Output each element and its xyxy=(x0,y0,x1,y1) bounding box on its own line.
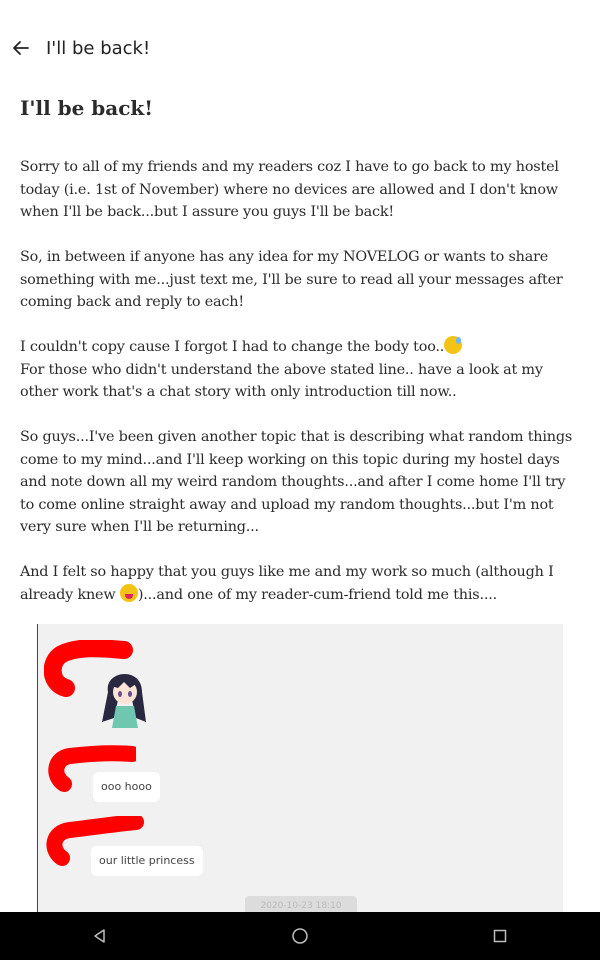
story-content: I'll be back! Sorry to all of my friends… xyxy=(20,96,580,629)
chat-screenshot-image: ooo hooo our little princess 2020-10-23 … xyxy=(37,624,563,912)
story-title: I'll be back! xyxy=(20,96,154,120)
chat-timestamp: 2020-10-23 18:10 xyxy=(245,896,357,912)
paragraph-3-line-2: For those who didn't understand the abov… xyxy=(20,361,543,401)
paragraph-5-part-2: )...and one of my reader-cum-friend told… xyxy=(137,586,497,603)
back-button[interactable] xyxy=(10,37,32,59)
system-navigation-bar xyxy=(0,912,600,960)
home-circle-icon xyxy=(292,928,308,944)
sweat-smile-emoji-icon xyxy=(444,336,463,354)
winking-tongue-emoji-icon xyxy=(119,583,138,602)
app-bar: I'll be back! xyxy=(0,0,600,96)
nav-home-button[interactable] xyxy=(280,916,320,956)
paragraph-4: So guys...I've been given another topic … xyxy=(20,429,573,535)
app-bar-title: I'll be back! xyxy=(46,37,151,59)
paragraph-3: I couldn't copy cause I forgot I had to … xyxy=(20,336,580,404)
back-triangle-icon xyxy=(94,929,105,943)
nav-recents-button[interactable] xyxy=(480,916,520,956)
recents-square-icon xyxy=(493,929,507,943)
paragraph-3-line-1: I couldn't copy cause I forgot I had to … xyxy=(20,339,445,355)
chat-message-bubble: our little princess xyxy=(91,846,203,876)
anime-girl-sticker-image xyxy=(96,662,152,730)
paragraph-5: And I felt so happy that you guys like m… xyxy=(20,561,580,606)
chat-message-text: our little princess xyxy=(99,854,195,867)
arrow-left-icon xyxy=(13,41,29,55)
chat-message-bubble: ooo hooo xyxy=(93,772,160,802)
nav-back-button[interactable] xyxy=(80,916,120,956)
paragraph-1: Sorry to all of my friends and my reader… xyxy=(20,159,559,220)
paragraph-2: So, in between if anyone has any idea fo… xyxy=(20,249,563,310)
chat-message-text: ooo hooo xyxy=(101,780,152,793)
